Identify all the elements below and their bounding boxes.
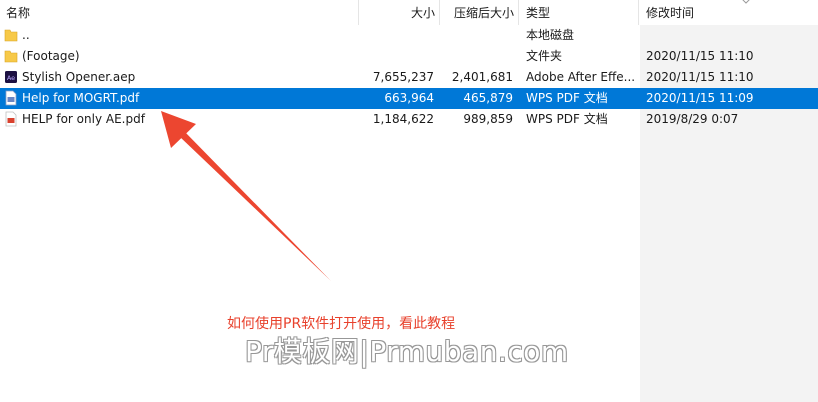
file-size: 7,655,237 [372, 70, 434, 84]
file-compressed-size: 465,879 [463, 91, 513, 105]
file-type: Adobe After Effe... [526, 70, 636, 84]
watermark: Pr模板网|Prmuban.com [245, 335, 569, 368]
folder-icon [4, 48, 18, 64]
column-divider[interactable] [358, 0, 359, 25]
file-row[interactable]: (Footage) 文件夹 2020/11/15 11:10 [0, 46, 818, 67]
file-row[interactable]: Ae Stylish Opener.aep 7,655,237 2,401,68… [0, 67, 818, 88]
annotation-arrow-icon [161, 111, 331, 281]
file-type: WPS PDF 文档 [526, 112, 608, 126]
svg-text:Ae: Ae [7, 74, 15, 82]
file-row[interactable]: .. 本地磁盘 [0, 25, 818, 46]
file-modified: 2020/11/15 11:10 [646, 49, 754, 63]
column-header-bar: 名称 大小 压缩后大小 类型 修改时间 [0, 0, 818, 25]
pdf-file-icon [4, 90, 18, 106]
column-header-name[interactable]: 名称 [6, 5, 106, 21]
file-type: WPS PDF 文档 [526, 91, 608, 105]
column-divider[interactable] [518, 0, 519, 25]
column-header-type[interactable]: 类型 [526, 5, 626, 21]
after-effects-file-icon: Ae [4, 69, 18, 85]
file-size [360, 46, 434, 67]
pdf-file-icon [4, 111, 18, 127]
file-modified: 2020/11/15 11:09 [646, 91, 754, 105]
file-compressed-size: 2,401,681 [451, 70, 513, 84]
file-size [360, 25, 434, 46]
folder-icon [4, 27, 18, 43]
file-compressed-size [441, 25, 513, 46]
file-type: 文件夹 [526, 49, 563, 63]
file-type: 本地磁盘 [526, 28, 575, 42]
file-modified [646, 25, 816, 46]
file-compressed-size: 989,859 [463, 112, 513, 126]
column-divider[interactable] [638, 0, 639, 25]
file-row-selected[interactable]: Help for MOGRT.pdf 663,964 465,879 WPS P… [0, 88, 818, 109]
file-compressed-size [441, 46, 513, 67]
column-divider[interactable] [439, 0, 440, 25]
sort-chevron-icon [742, 0, 750, 4]
file-size: 1,184,622 [372, 112, 434, 126]
file-modified: 2020/11/15 11:10 [646, 70, 754, 84]
file-name: Stylish Opener.aep [22, 70, 136, 84]
column-header-modified[interactable]: 修改时间 [646, 5, 746, 21]
column-header-size[interactable]: 大小 [360, 5, 435, 21]
file-name: .. [22, 28, 30, 42]
file-size: 663,964 [384, 91, 434, 105]
file-row[interactable]: HELP for only AE.pdf 1,184,622 989,859 W… [0, 109, 818, 130]
file-name: (Footage) [22, 49, 80, 63]
column-header-compressed-size[interactable]: 压缩后大小 [441, 5, 514, 21]
file-modified: 2019/8/29 0:07 [646, 112, 739, 126]
